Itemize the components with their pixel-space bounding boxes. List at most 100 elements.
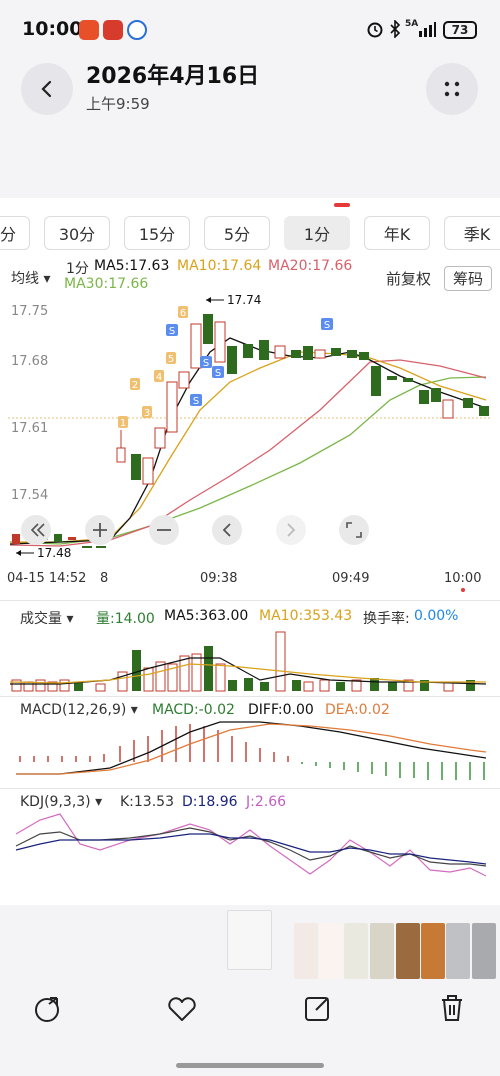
thumbnail[interactable] xyxy=(446,923,470,979)
volume-bar xyxy=(95,683,106,692)
back-arrow-icon xyxy=(41,80,52,98)
tab-minute[interactable]: 分 xyxy=(0,216,30,250)
fullscreen-button[interactable] xyxy=(339,515,369,545)
macd-dropdown[interactable]: MACD(12,26,9) ▾ xyxy=(20,702,138,718)
thumbnail[interactable] xyxy=(421,923,445,979)
divider xyxy=(0,788,500,789)
low-arrowhead xyxy=(16,550,21,556)
volume-bar xyxy=(303,681,314,692)
volume-bar xyxy=(59,679,70,692)
bottom-bar xyxy=(0,905,500,1076)
candle xyxy=(431,388,441,402)
avg-line-label: 均线 xyxy=(11,271,39,287)
ma5-value: MA5:17.63 xyxy=(94,258,170,274)
delete-icon[interactable] xyxy=(434,990,470,1026)
tab-30min[interactable]: 30分 xyxy=(44,216,110,250)
volume-bar xyxy=(260,682,269,691)
kdj-chart xyxy=(15,813,487,877)
kdj-dropdown[interactable]: KDJ(9,3,3) ▾ xyxy=(20,794,102,810)
tab-quarter-k[interactable]: 季K xyxy=(444,216,500,250)
volume-dropdown[interactable]: 成交量 ▾ xyxy=(20,608,73,628)
sell-marker-label: S xyxy=(215,368,221,379)
candle xyxy=(82,546,92,548)
volume-ma10: MA10:353.43 xyxy=(259,608,353,624)
alarm-icon xyxy=(367,22,383,38)
volume-label: 成交量 xyxy=(20,611,62,627)
candle xyxy=(359,352,369,360)
high-label: 17.74 xyxy=(227,293,261,307)
thumbnail[interactable] xyxy=(344,923,368,979)
chouma-button[interactable]: 筹码 xyxy=(444,266,493,291)
avg-line-dropdown[interactable]: 均线 ▾ xyxy=(11,268,50,288)
candles-group xyxy=(12,314,489,548)
thumbnail[interactable] xyxy=(319,923,343,979)
volume-bar xyxy=(370,678,379,691)
candle xyxy=(259,340,269,360)
y-tick-label: 17.75 xyxy=(11,304,48,319)
share-icon[interactable] xyxy=(31,990,67,1026)
d-value: D:18.96 xyxy=(182,794,238,810)
period-label: 1分 xyxy=(66,261,89,277)
thumbnail[interactable] xyxy=(227,910,272,970)
x-tick-label: 10:00 xyxy=(444,571,481,586)
candle xyxy=(387,376,397,380)
more-button[interactable] xyxy=(426,63,478,115)
home-indicator[interactable] xyxy=(176,1063,324,1068)
x-tick-label: 09:49 xyxy=(332,571,369,586)
candle xyxy=(154,427,166,449)
tab-label: 分 xyxy=(0,225,16,244)
tab-label: 15分 xyxy=(138,225,176,244)
zoom-out-double-button[interactable] xyxy=(21,515,51,545)
candle xyxy=(371,366,381,396)
page-subtitle: 上午9:59 xyxy=(86,95,150,113)
kdj-label: KDJ(9,3,3) xyxy=(20,794,91,810)
candle xyxy=(314,349,326,359)
sell-marker-label: S xyxy=(169,326,175,337)
dea-value: DEA:0.02 xyxy=(325,702,390,718)
screenshot-viewer: 分 30分 15分 5分 1分 年K 季K 均线 ▾ 1分 MA5:17.63 … xyxy=(0,198,500,905)
volume-bar xyxy=(319,679,330,692)
volume-bar xyxy=(388,682,397,691)
diff-line xyxy=(16,721,487,775)
fuquan-button[interactable]: 前复权 xyxy=(386,268,431,289)
candle xyxy=(166,381,178,433)
k-value: K:13.53 xyxy=(120,794,174,810)
candle xyxy=(203,314,213,344)
x-tick-label: 09:38 xyxy=(200,571,237,586)
edit-icon[interactable] xyxy=(300,990,336,1026)
volume-bar xyxy=(23,681,34,692)
scroll-right-button[interactable] xyxy=(276,515,306,545)
tab-label: 5分 xyxy=(223,225,251,244)
page-indicator xyxy=(334,203,350,207)
thumbnail[interactable] xyxy=(396,923,420,979)
tab-15min[interactable]: 15分 xyxy=(124,216,190,250)
tab-1min[interactable]: 1分 xyxy=(284,216,350,250)
app-notification-icon xyxy=(103,20,123,40)
sell-marker-label: S xyxy=(203,358,209,369)
battery-icon: 73 xyxy=(443,21,477,39)
volume-bar xyxy=(336,682,345,691)
tab-year-k[interactable]: 年K xyxy=(364,216,430,250)
volume-bar xyxy=(215,663,226,692)
ma5-line xyxy=(9,337,487,545)
tab-5min[interactable]: 5分 xyxy=(204,216,270,250)
tab-label: 1分 xyxy=(303,225,331,244)
candle xyxy=(96,546,106,548)
ma10-line xyxy=(10,351,487,543)
thumbnail[interactable] xyxy=(472,923,496,979)
back-button[interactable] xyxy=(21,63,73,115)
candle xyxy=(116,447,126,463)
favorite-icon[interactable] xyxy=(164,990,200,1026)
macd-bars xyxy=(19,724,289,762)
j-value: J:2.66 xyxy=(246,794,287,810)
diff-value: DIFF:0.00 xyxy=(248,702,314,718)
x-tick-label: 8 xyxy=(100,571,108,586)
candle xyxy=(227,346,237,374)
tab-label: 年K xyxy=(383,225,411,244)
status-time: 10:00 xyxy=(22,18,83,40)
thumbnail[interactable] xyxy=(370,923,394,979)
scroll-left-button[interactable] xyxy=(212,515,242,545)
volume-ma5: MA5:363.00 xyxy=(164,608,249,624)
app-notification-icon xyxy=(79,20,99,40)
thumbnail[interactable] xyxy=(294,923,318,979)
